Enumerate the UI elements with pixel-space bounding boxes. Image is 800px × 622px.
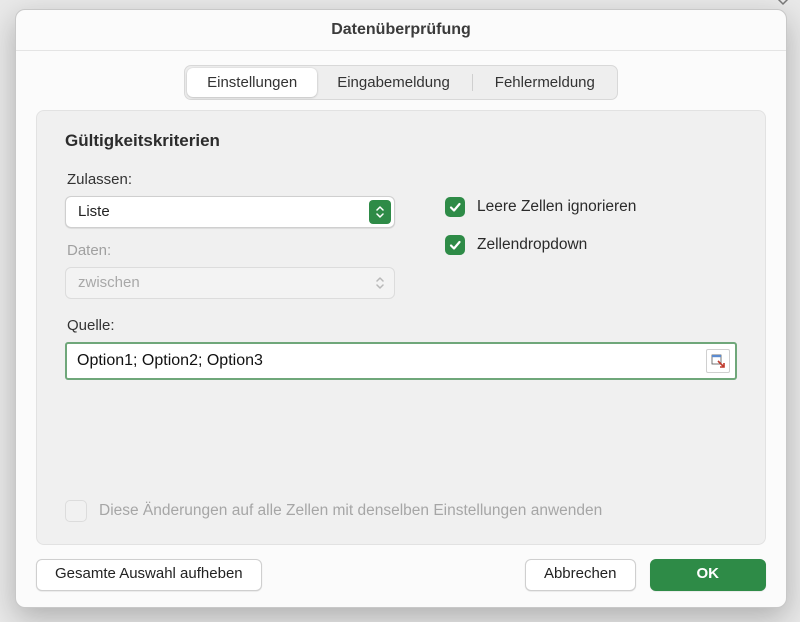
tab-group: Einstellungen Eingabemeldung Fehlermeldu… [184, 65, 618, 100]
tab-separator [472, 74, 473, 91]
clear-all-button[interactable]: Gesamte Auswahl aufheben [36, 559, 262, 591]
cancel-button[interactable]: Abbrechen [525, 559, 636, 591]
data-select: zwischen [65, 267, 395, 299]
allow-select-value: Liste [78, 203, 110, 220]
in-cell-dropdown-checkbox[interactable] [445, 235, 465, 255]
ignore-blank-label: Leere Zellen ignorieren [477, 198, 636, 216]
data-label: Daten: [67, 242, 395, 259]
tab-error-alert[interactable]: Fehlermeldung [475, 68, 615, 97]
data-select-stepper-icon [369, 271, 391, 295]
tab-input-message[interactable]: Eingabemeldung [317, 68, 470, 97]
source-label: Quelle: [67, 317, 737, 334]
apply-all-checkbox [65, 500, 87, 522]
settings-panel: Gültigkeitskriterien Zulassen: Liste [36, 110, 766, 545]
ok-button[interactable]: OK [650, 559, 767, 591]
source-input[interactable] [75, 351, 703, 371]
collapse-dialog-button[interactable] [706, 349, 730, 373]
ignore-blank-checkbox[interactable] [445, 197, 465, 217]
section-title: Gültigkeitskriterien [65, 131, 737, 151]
allow-label: Zulassen: [67, 171, 395, 188]
allow-select[interactable]: Liste [65, 196, 395, 228]
dialog-button-row: Gesamte Auswahl aufheben Abbrechen OK [36, 545, 766, 591]
data-select-value: zwischen [78, 274, 140, 291]
apply-all-label: Diese Änderungen auf alle Zellen mit den… [99, 502, 602, 520]
tab-bar: Einstellungen Eingabemeldung Fehlermeldu… [36, 65, 766, 100]
background-menu-chevron-icon [777, 0, 789, 6]
dialog-content: Einstellungen Eingabemeldung Fehlermeldu… [16, 51, 786, 607]
in-cell-dropdown-label: Zellendropdown [477, 236, 587, 254]
dialog-title: Datenüberprüfung [16, 10, 786, 51]
tab-settings[interactable]: Einstellungen [187, 68, 317, 97]
data-validation-dialog: Datenüberprüfung Einstellungen Eingabeme… [15, 9, 787, 608]
source-input-wrap [65, 342, 737, 380]
range-picker-icon [711, 354, 725, 368]
allow-select-stepper-icon [369, 200, 391, 224]
